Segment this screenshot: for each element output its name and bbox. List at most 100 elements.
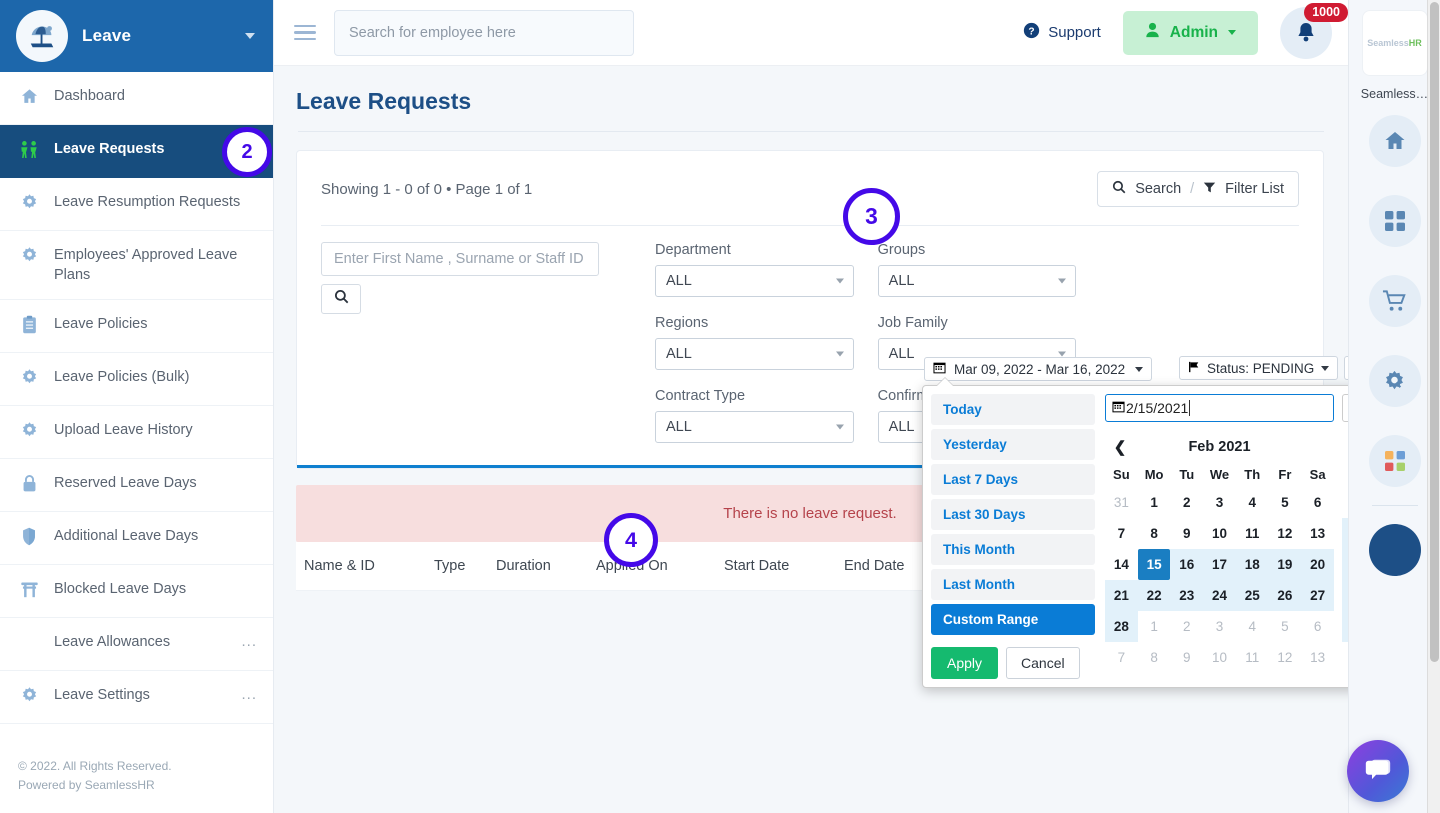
sidebar-item-blocked-leave-days[interactable]: Blocked Leave Days (0, 565, 273, 619)
leave-policy-filter-pill[interactable]: Leave Policy: ALL (1344, 356, 1348, 380)
filter-select-contract-type[interactable]: ALL (655, 411, 854, 443)
preset-range-last-month[interactable]: Last Month (931, 569, 1095, 600)
overflow-dots-icon[interactable]: ... (241, 632, 257, 652)
calendar-day[interactable]: 1 (1138, 487, 1171, 518)
sidebar-item-dashboard[interactable]: Dashboard (0, 72, 273, 125)
sidebar-item-employees-approved-leave-plans[interactable]: Employees' Approved Leave Plans (0, 231, 273, 301)
sidebar-item-leave-allowances[interactable]: Leave Allowances... (0, 618, 273, 672)
calendar-day[interactable]: 4 (1342, 642, 1348, 673)
hamburger-menu-icon[interactable] (292, 21, 318, 45)
calendar-day[interactable]: 10 (1203, 642, 1236, 673)
calendar-day[interactable]: 28 (1342, 611, 1348, 642)
calendar-day[interactable]: 11 (1236, 642, 1269, 673)
column-header[interactable]: Duration (496, 558, 596, 574)
calendar-day[interactable]: 24 (1203, 580, 1236, 611)
calendar-day[interactable]: 20 (1301, 549, 1334, 580)
column-header[interactable]: Name & ID (304, 558, 434, 574)
grid-icon[interactable] (1368, 195, 1421, 247)
sidebar-item-leave-settings[interactable]: Leave Settings... (0, 671, 273, 725)
calendar-day[interactable]: 8 (1138, 518, 1171, 549)
calendar-day[interactable]: 5 (1269, 487, 1302, 518)
seamlesshr-logo-card[interactable]: SeamlessHR (1361, 10, 1428, 76)
shopping-cart-icon[interactable] (1368, 275, 1421, 327)
calendar-day[interactable]: 3 (1203, 487, 1236, 518)
preset-range-custom-range[interactable]: Custom Range (931, 604, 1095, 635)
calendar-day[interactable]: 23 (1170, 580, 1204, 611)
chevron-down-icon[interactable] (245, 33, 255, 39)
calendar-day[interactable]: 16 (1170, 549, 1204, 580)
calendar-day[interactable]: 5 (1269, 611, 1302, 642)
column-header[interactable]: Start Date (724, 558, 844, 574)
filter-select-department[interactable]: ALL (655, 265, 854, 297)
calendar-day[interactable]: 28 (1105, 611, 1138, 642)
left-calendar-grid[interactable]: Su Mo Tu We Th Fr Sa 31 1 2 3 4 5 6 7 8 9 10 11 12 13 14 15 16 1… (1105, 462, 1334, 673)
preset-range-last-30-days[interactable]: Last 30 Days (931, 499, 1095, 530)
calendar-day[interactable]: 26 (1268, 580, 1302, 611)
calendar-day[interactable]: 2 (1170, 487, 1203, 518)
cancel-button[interactable]: Cancel (1006, 647, 1080, 679)
column-header[interactable]: Type (434, 558, 496, 574)
calendar-day[interactable]: 7 (1105, 518, 1138, 549)
calendar-day[interactable]: 11 (1236, 518, 1269, 549)
search-input[interactable] (334, 9, 634, 56)
name-or-staff-id-input[interactable] (321, 242, 599, 276)
sidebar-item-upload-leave-history[interactable]: Upload Leave History (0, 406, 273, 460)
calendar-day[interactable]: 19 (1268, 549, 1302, 580)
sidebar-item-leave-policies-bulk[interactable]: Leave Policies (Bulk) (0, 353, 273, 407)
calendar-day[interactable]: 7 (1105, 642, 1138, 673)
chat-bubbles-icon[interactable] (1347, 740, 1409, 802)
calendar-day[interactable]: 17 (1203, 549, 1236, 580)
start-date-input[interactable]: 2/15/2021 (1105, 394, 1334, 422)
sidebar-item-additional-leave-days[interactable]: Additional Leave Days (0, 512, 273, 566)
calendar-day[interactable]: 25 (1235, 580, 1269, 611)
calendar-day[interactable]: 31 (1105, 487, 1138, 518)
calendar-day[interactable]: 1 (1138, 611, 1171, 642)
gear-search-icon[interactable] (1368, 355, 1421, 407)
search-submit-button[interactable] (321, 284, 361, 314)
home-icon[interactable] (1368, 115, 1421, 167)
calendar-day[interactable]: 18 (1235, 549, 1269, 580)
end-date-input[interactable]: 03/16/2022 (1342, 394, 1348, 422)
calendar-day[interactable]: 6 (1301, 611, 1334, 642)
calendar-day[interactable]: 21 (1105, 580, 1138, 611)
calendar-day[interactable]: 9 (1170, 642, 1203, 673)
calendar-day[interactable]: 21 (1342, 580, 1348, 611)
calendar-day[interactable]: 13 (1301, 642, 1334, 673)
preset-range-yesterday[interactable]: Yesterday (931, 429, 1095, 460)
preset-range-today[interactable]: Today (931, 394, 1095, 425)
scrollbar-thumb[interactable] (1430, 2, 1439, 662)
calendar-day[interactable]: 10 (1203, 518, 1236, 549)
calendar-day[interactable]: 9 (1170, 518, 1203, 549)
calendar-day[interactable]: 13 (1301, 518, 1334, 549)
calendar-day[interactable]: 7 (1342, 518, 1348, 549)
calendar-day[interactable]: 2 (1170, 611, 1203, 642)
calendar-day[interactable]: 3 (1203, 611, 1236, 642)
calendar-day[interactable]: 12 (1269, 518, 1302, 549)
calendar-day[interactable]: 28 (1342, 487, 1348, 518)
admin-menu-button[interactable]: Admin (1122, 10, 1258, 55)
avatar[interactable] (1368, 524, 1421, 576)
calendar-day[interactable]: 27 (1301, 580, 1334, 611)
search-filter-toggle[interactable]: Search / Filter List (1097, 171, 1299, 207)
calendar-day[interactable]: 15 (1137, 549, 1171, 580)
filter-select-groups[interactable]: ALL (877, 265, 1077, 297)
preset-range-last-7-days[interactable]: Last 7 Days (931, 464, 1095, 495)
apply-button[interactable]: Apply (931, 647, 999, 679)
calendar-day[interactable]: 22 (1137, 580, 1171, 611)
date-range-toggle[interactable]: Mar 09, 2022 - Mar 16, 2022 (924, 357, 1153, 381)
calendar-day[interactable]: 4 (1236, 611, 1269, 642)
filter-select-regions[interactable]: ALL (655, 338, 854, 370)
sidebar-item-reserved-leave-days[interactable]: Reserved Leave Days (0, 459, 273, 513)
right-calendar-grid[interactable]: SuMoTuWeThFrSa28123456789101112131415161… (1342, 462, 1348, 673)
calendar-day[interactable]: 6 (1301, 487, 1334, 518)
preset-range-this-month[interactable]: This Month (931, 534, 1095, 565)
calendar-day[interactable]: 8 (1138, 642, 1171, 673)
sidebar-brand[interactable]: Leave (0, 0, 273, 72)
sidebar-item-leave-policies[interactable]: Leave Policies (0, 300, 273, 354)
calendar-day[interactable]: 14 (1342, 549, 1348, 580)
calendar-day[interactable]: 14 (1105, 549, 1138, 580)
chevron-left-icon[interactable]: ❮ (1109, 436, 1131, 458)
calendar-day[interactable]: 4 (1236, 487, 1269, 518)
color-grid-icon[interactable] (1368, 435, 1421, 487)
page-scrollbar[interactable] (1427, 0, 1440, 813)
